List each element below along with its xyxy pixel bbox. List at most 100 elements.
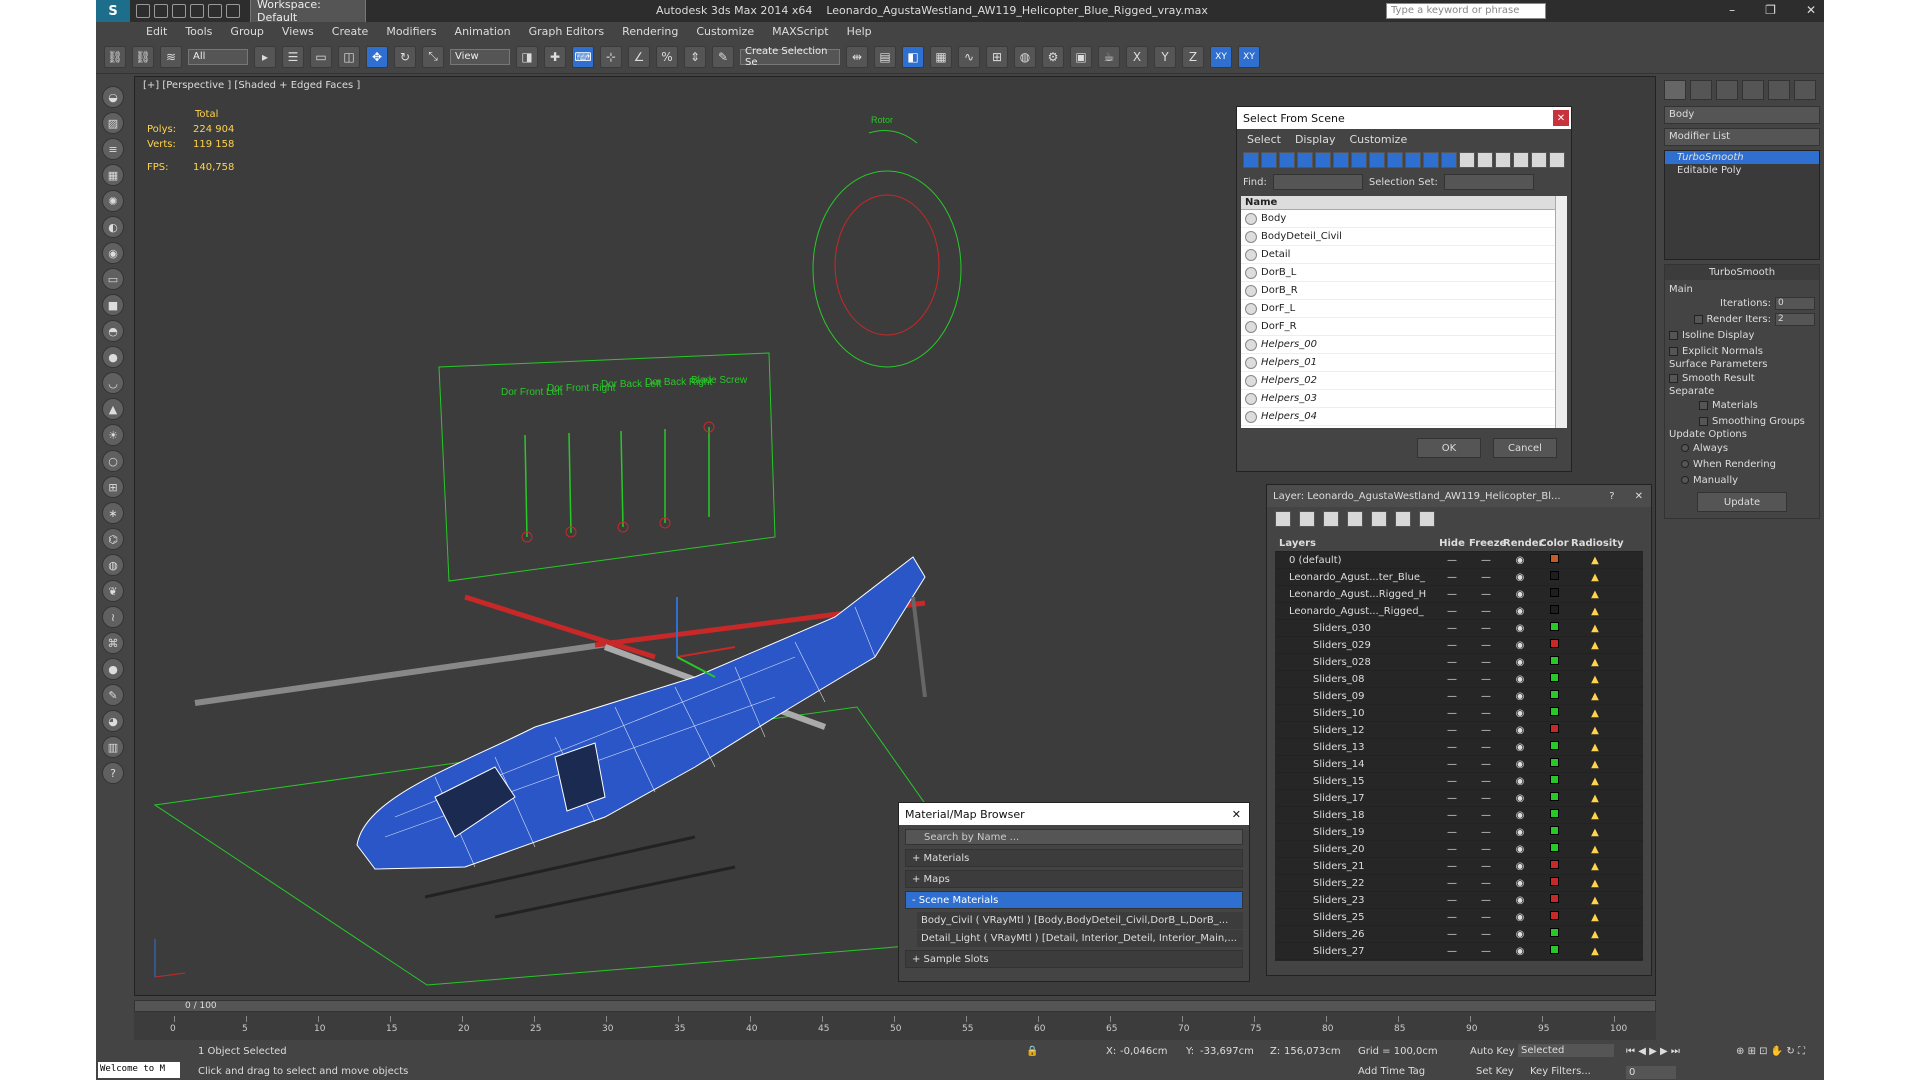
maximize-viewport-icon[interactable]: ⛶ (1798, 1046, 1805, 1057)
layer-color-swatch[interactable] (1549, 554, 1559, 563)
menu-graph-editors[interactable]: Graph Editors (529, 25, 605, 38)
scene-materials-section[interactable]: - Scene Materials (905, 891, 1243, 909)
zoom-all-icon[interactable]: ⊞ (1748, 1046, 1756, 1057)
layer-row[interactable]: Sliders_10— — ◉ ▲ (1275, 705, 1643, 722)
layer-name[interactable]: Sliders_10 (1275, 708, 1435, 719)
help-icon[interactable]: ? (1609, 491, 1614, 502)
layer-color-swatch[interactable] (1549, 911, 1559, 920)
layer-color-swatch[interactable] (1549, 741, 1559, 750)
hide-toggle-icon[interactable]: — (1435, 929, 1469, 940)
hair-icon[interactable]: ≀ (102, 606, 124, 628)
radiosity-icon[interactable]: ▲ (1571, 810, 1619, 821)
maximize-icon[interactable]: ❐ (1765, 3, 1776, 17)
layer-color-cell[interactable] (1537, 724, 1571, 736)
delete-layer-icon[interactable] (1299, 511, 1315, 527)
render-toggle-icon[interactable]: ◉ (1503, 555, 1537, 566)
layer-color-swatch[interactable] (1549, 775, 1559, 784)
hide-toggle-icon[interactable]: — (1435, 572, 1469, 583)
layer-color-swatch[interactable] (1549, 792, 1559, 801)
keyboard-shortcut-override-icon[interactable]: ⌨ (572, 45, 594, 68)
render-toggle-icon[interactable]: ◉ (1503, 895, 1537, 906)
minimize-icon[interactable]: – (1729, 3, 1735, 17)
layer-color-swatch[interactable] (1549, 707, 1559, 716)
lock-selection-icon[interactable]: 🔒 (1026, 1046, 1038, 1057)
name-column-header[interactable]: Name (1241, 196, 1567, 210)
batch-icon[interactable]: ▥ (102, 736, 124, 758)
layer-name[interactable]: Leonardo_Agust...Rigged_H (1275, 589, 1435, 600)
light-filter-icon[interactable] (1279, 152, 1295, 168)
layer-color-cell[interactable] (1537, 860, 1571, 872)
light-bulb-icon[interactable]: ✺ (102, 190, 124, 212)
hide-toggle-icon[interactable]: — (1435, 691, 1469, 702)
hide-toggle-icon[interactable]: — (1435, 606, 1469, 617)
set-key-button[interactable]: Set Key (1476, 1066, 1514, 1077)
scene-list-item[interactable]: Detail (1241, 246, 1567, 264)
render-iters-checkbox[interactable] (1693, 314, 1703, 324)
dome-icon[interactable]: ◓ (102, 320, 124, 342)
container-filter-icon[interactable] (1405, 152, 1421, 168)
speaker-icon[interactable]: ◐ (102, 216, 124, 238)
layer-color-cell[interactable] (1537, 792, 1571, 804)
menu-modifiers[interactable]: Modifiers (386, 25, 436, 38)
scene-list-item[interactable]: DorF_R (1241, 318, 1567, 336)
layer-row[interactable]: Sliders_12— — ◉ ▲ (1275, 722, 1643, 739)
help-icon[interactable]: ? (102, 762, 124, 784)
spacewarp-filter-icon[interactable] (1333, 152, 1349, 168)
scene-list-item[interactable]: Body (1241, 210, 1567, 228)
hide-all-layers-icon[interactable] (1395, 511, 1411, 527)
selection-filter-dropdown[interactable]: All (188, 48, 248, 65)
freeze-toggle-icon[interactable]: — (1469, 674, 1503, 685)
freeze-toggle-icon[interactable]: — (1469, 623, 1503, 634)
auto-key-button[interactable]: Auto Key (1470, 1046, 1515, 1057)
current-frame-field[interactable]: 0 (1626, 1066, 1676, 1079)
menu-views[interactable]: Views (282, 25, 314, 38)
dynamics-icon[interactable]: ⌬ (102, 528, 124, 550)
leaf-icon[interactable]: ❦ (102, 580, 124, 602)
omni-light-icon[interactable]: ○ (102, 450, 124, 472)
align-icon[interactable]: ▤ (874, 45, 896, 68)
select-move-icon[interactable]: ✥ (366, 45, 388, 68)
select-manipulate-icon[interactable]: ✚ (544, 45, 566, 68)
menu-create[interactable]: Create (332, 25, 369, 38)
render-iters-spinner[interactable]: 2 (1775, 312, 1815, 326)
layer-color-cell[interactable] (1537, 656, 1571, 668)
hierarchy-icon[interactable] (1549, 152, 1565, 168)
next-frame-icon[interactable]: ▶ (1660, 1046, 1668, 1057)
update-button[interactable]: Update (1697, 492, 1787, 512)
freeze-toggle-icon[interactable]: — (1469, 810, 1503, 821)
layer-row[interactable]: Sliders_13— — ◉ ▲ (1275, 739, 1643, 756)
render-toggle-icon[interactable]: ◉ (1503, 623, 1537, 634)
render-toggle-icon[interactable]: ◉ (1503, 657, 1537, 668)
modifier-list-dropdown[interactable]: Modifier List (1664, 128, 1820, 146)
layer-color-swatch[interactable] (1549, 724, 1559, 733)
layer-color-swatch[interactable] (1549, 826, 1559, 835)
layer-color-swatch[interactable] (1549, 877, 1559, 886)
menu-maxscript[interactable]: MAXScript (772, 25, 828, 38)
z-coord-field[interactable]: 156,073cm (1284, 1046, 1341, 1057)
material-item-detail-light[interactable]: Detail_Light ( VRayMtl ) [Detail, Interi… (917, 930, 1243, 947)
layer-name[interactable]: Sliders_029 (1275, 640, 1435, 651)
layer-row[interactable]: Sliders_15— — ◉ ▲ (1275, 773, 1643, 790)
render-toggle-icon[interactable]: ◉ (1503, 691, 1537, 702)
scene-list-item[interactable]: DorB_R (1241, 282, 1567, 300)
layer-color-swatch[interactable] (1549, 588, 1559, 597)
pan-icon[interactable]: ✋ (1771, 1046, 1783, 1057)
graphite-ribbon-icon[interactable]: ▦ (930, 45, 952, 68)
layer-color-swatch[interactable] (1549, 622, 1559, 631)
layer-row[interactable]: Sliders_18— — ◉ ▲ (1275, 807, 1643, 824)
hide-toggle-icon[interactable]: — (1435, 674, 1469, 685)
radiosity-icon[interactable]: ▲ (1571, 691, 1619, 702)
freeze-toggle-icon[interactable]: — (1469, 759, 1503, 770)
layer-color-cell[interactable] (1537, 639, 1571, 651)
hide-toggle-icon[interactable]: — (1435, 827, 1469, 838)
layer-row[interactable]: Sliders_21— — ◉ ▲ (1275, 858, 1643, 875)
unlink-icon[interactable]: ⛓ (132, 45, 154, 68)
layer-row[interactable]: Sliders_028— — ◉ ▲ (1275, 654, 1643, 671)
camera-icon[interactable]: ◉ (102, 242, 124, 264)
axis-z-button[interactable]: Z (1182, 45, 1204, 68)
layer-color-cell[interactable] (1537, 894, 1571, 906)
layer-name[interactable]: Sliders_22 (1275, 878, 1435, 889)
radiosity-icon[interactable]: ▲ (1571, 657, 1619, 668)
layer-row[interactable]: Leonardo_Agust..._Rigged_ — — ◉ ▲ (1275, 603, 1643, 620)
axis-xy-button[interactable]: XY (1210, 45, 1232, 68)
